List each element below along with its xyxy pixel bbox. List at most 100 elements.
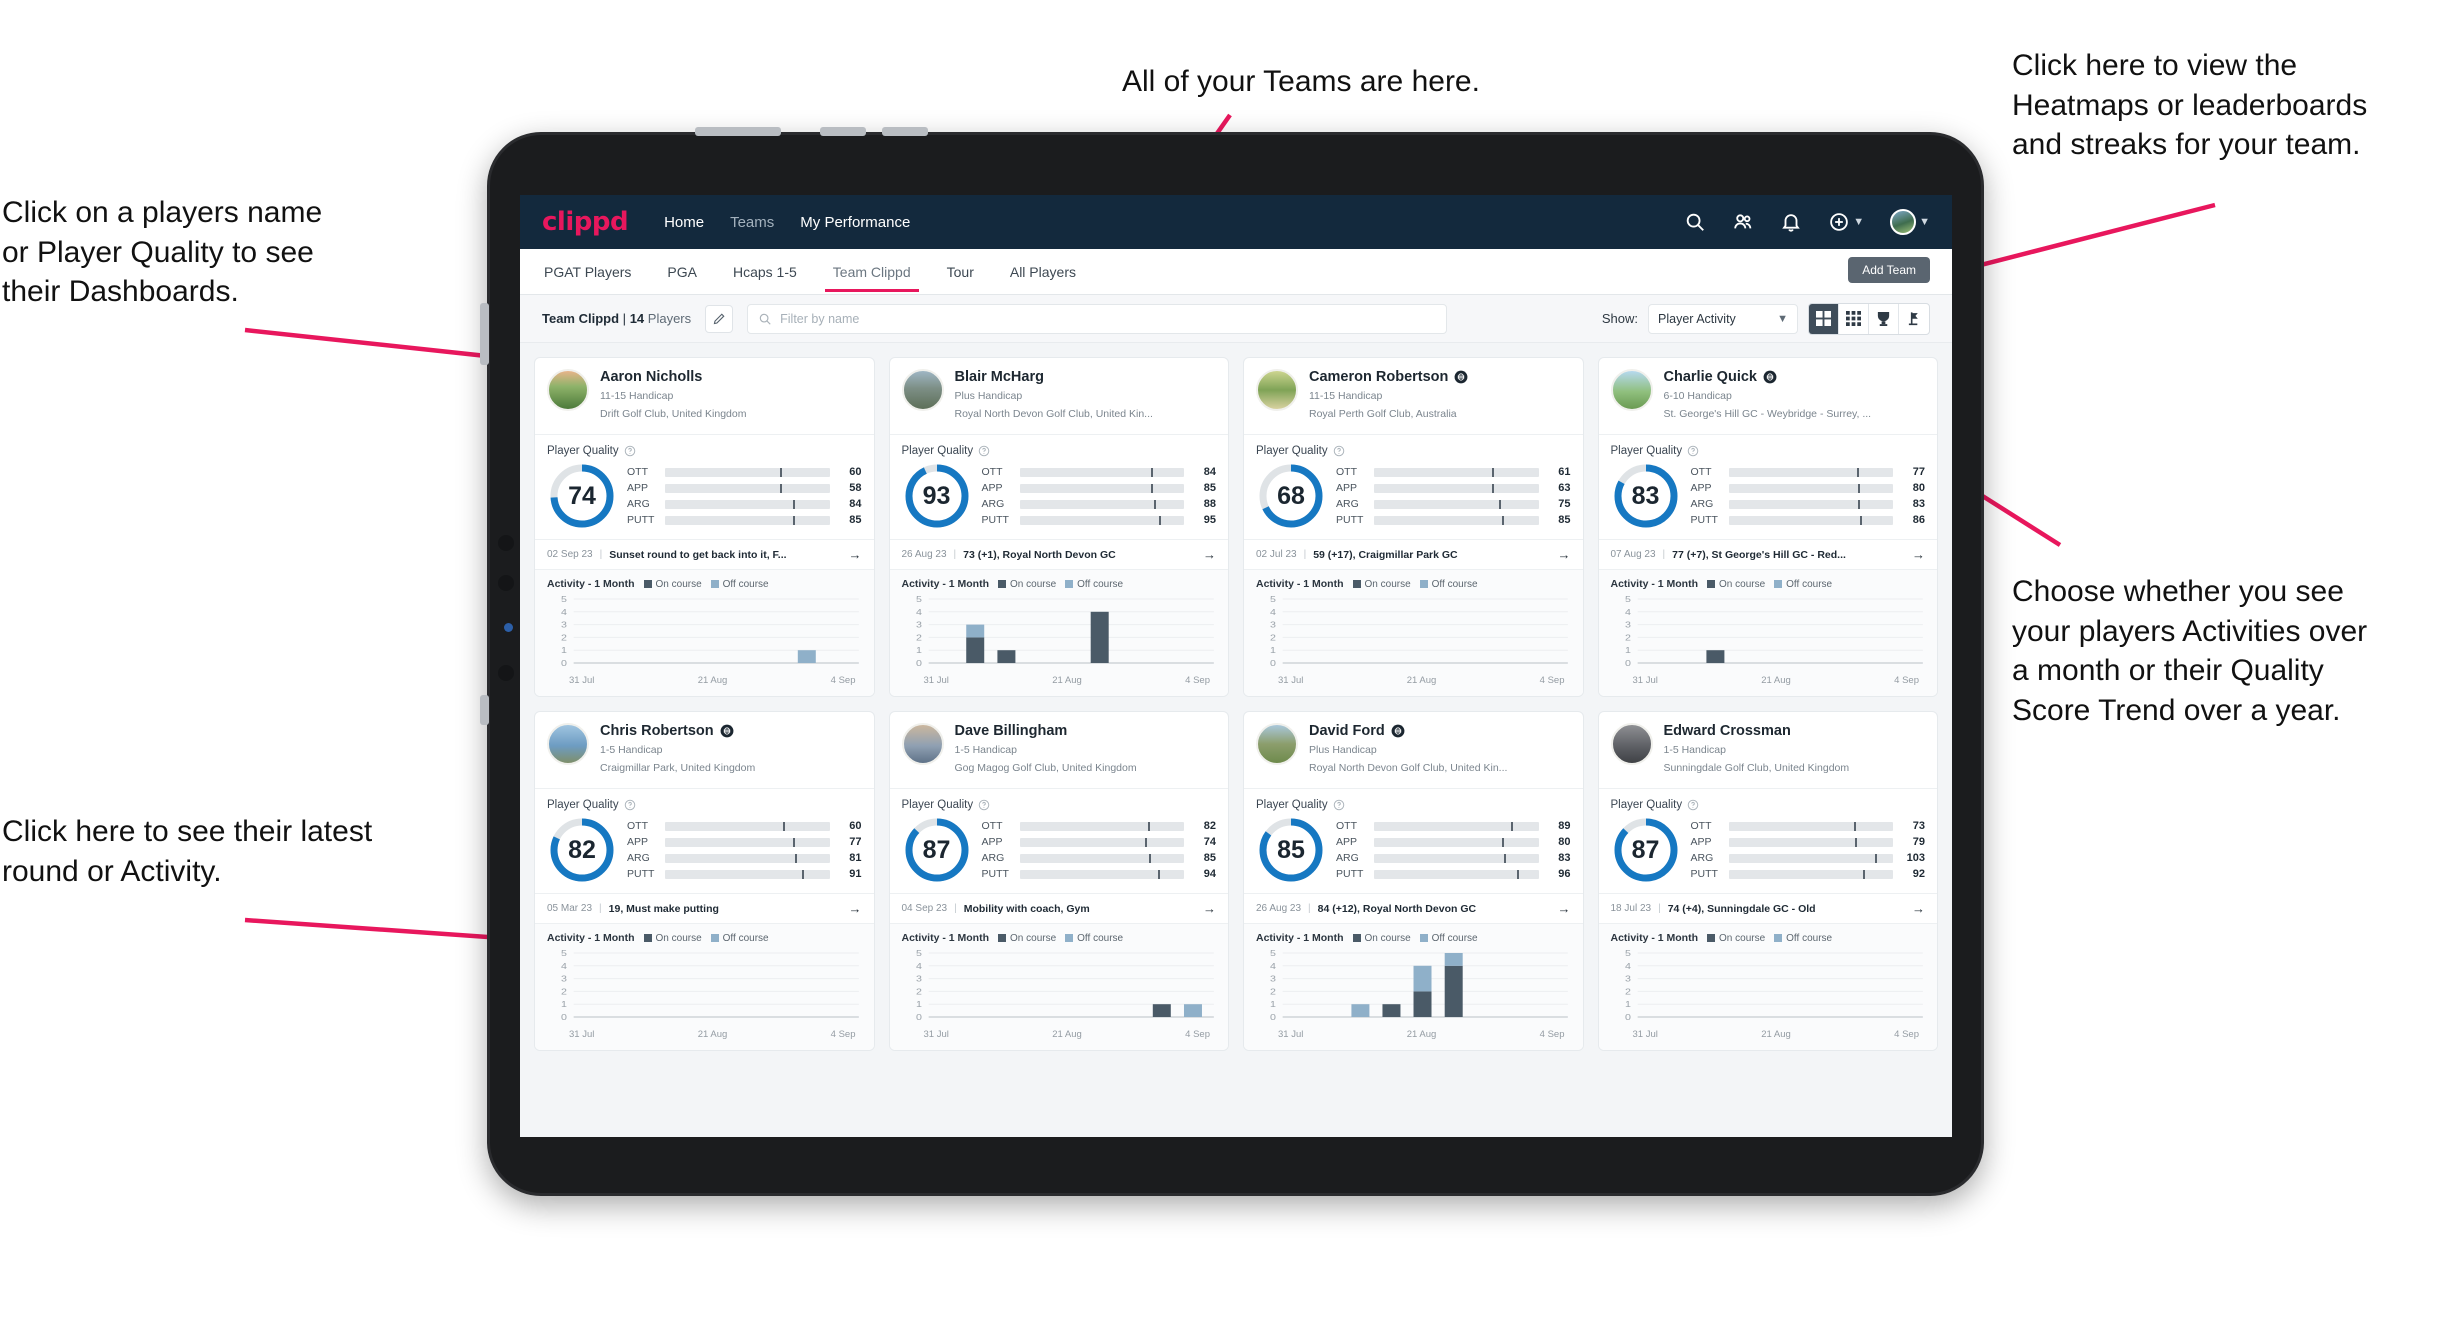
player-card-header[interactable]: Chris Robertson 1-5 Handicap Craigmillar… bbox=[535, 712, 874, 790]
clippd-logo[interactable]: clippd bbox=[542, 207, 629, 237]
search-input[interactable]: Filter by name bbox=[747, 303, 1448, 334]
tab-team-clippd[interactable]: Team Clippd bbox=[824, 251, 919, 292]
help-icon[interactable] bbox=[624, 799, 636, 811]
arrow-right-icon[interactable]: → bbox=[1203, 547, 1216, 562]
side-button[interactable] bbox=[480, 303, 489, 365]
player-name[interactable]: Dave Billingham bbox=[955, 723, 1137, 740]
people-icon[interactable] bbox=[1732, 211, 1754, 233]
help-icon[interactable] bbox=[1333, 799, 1345, 811]
player-name[interactable]: Charlie Quick bbox=[1664, 369, 1872, 386]
app-header: clippd Home Teams My Performance ▼ ▼ bbox=[520, 195, 1952, 249]
latest-round-row[interactable]: 05 Mar 23 | 19, Must make putting → bbox=[535, 893, 874, 925]
player-name-text: Dave Billingham bbox=[954, 723, 1068, 740]
round-description: 19, Must make putting bbox=[608, 902, 719, 915]
player-quality-section[interactable]: Player Quality 87 OTT 73 APP 79 ARG 103 … bbox=[1599, 789, 1938, 893]
header-actions: ▼ ▼ bbox=[1684, 209, 1930, 235]
player-card[interactable]: Cameron Robertson 11-15 Handicap Royal P… bbox=[1243, 357, 1584, 698]
round-date: 04 Sep 23 bbox=[901, 903, 948, 915]
volume-down-button[interactable] bbox=[882, 127, 928, 136]
latest-round-row[interactable]: 18 Jul 23 | 74 (+4), Sunningdale GC - Ol… bbox=[1598, 893, 1937, 925]
player-card[interactable]: Charlie Quick 6-10 Handicap St. George's… bbox=[1597, 357, 1938, 698]
tab-pga[interactable]: PGA bbox=[665, 251, 699, 292]
latest-round-row[interactable]: 02 Jul 23 | 59 (+17), Craigmillar Park G… bbox=[1244, 539, 1583, 571]
activity-header: Activity - 1 Month On course Off course bbox=[902, 578, 1217, 590]
arrow-right-icon[interactable]: → bbox=[1912, 901, 1925, 916]
player-card[interactable]: Edward Crossman 1-5 Handicap Sunningdale… bbox=[1597, 711, 1938, 1052]
player-quality-section[interactable]: Player Quality 82 OTT 60 APP 77 ARG 81 P… bbox=[535, 789, 874, 893]
player-card[interactable]: David Ford Plus Handicap Royal North Dev… bbox=[1243, 711, 1584, 1052]
search-icon[interactable] bbox=[1684, 211, 1706, 233]
player-quality-section[interactable]: Player Quality 74 OTT 60 APP 58 ARG 84 P… bbox=[535, 435, 874, 539]
player-name[interactable]: David Ford bbox=[1309, 723, 1507, 740]
add-team-button[interactable]: Add Team bbox=[1848, 257, 1930, 283]
player-name[interactable]: Edward Crossman bbox=[1664, 723, 1850, 740]
latest-round-row[interactable]: 04 Sep 23 | Mobility with coach, Gym → bbox=[889, 893, 1228, 925]
grid-small-icon[interactable] bbox=[1839, 303, 1869, 334]
profile-menu[interactable]: ▼ bbox=[1890, 209, 1930, 235]
latest-round-row[interactable]: 07 Aug 23 | 77 (+7), St George's Hill GC… bbox=[1598, 539, 1937, 571]
arrow-right-icon[interactable]: → bbox=[849, 547, 862, 562]
metric-bar bbox=[1374, 853, 1539, 863]
player-name[interactable]: Blair McHarg bbox=[955, 369, 1153, 386]
arrow-right-icon[interactable]: → bbox=[1912, 547, 1925, 562]
help-icon[interactable] bbox=[1687, 445, 1699, 457]
player-card-header[interactable]: Dave Billingham 1-5 Handicap Gog Magog G… bbox=[889, 712, 1228, 790]
player-name[interactable]: Chris Robertson bbox=[600, 723, 755, 740]
player-card-header[interactable]: Charlie Quick 6-10 Handicap St. George's… bbox=[1598, 358, 1937, 436]
help-icon[interactable] bbox=[624, 445, 636, 457]
grid-large-icon[interactable] bbox=[1809, 303, 1839, 334]
help-icon[interactable] bbox=[1333, 445, 1345, 457]
help-icon[interactable] bbox=[1687, 799, 1699, 811]
golf-flag-icon[interactable] bbox=[1899, 304, 1929, 334]
player-name[interactable]: Cameron Robertson bbox=[1309, 369, 1468, 386]
volume-up-button[interactable] bbox=[820, 127, 866, 136]
nav-item-home[interactable]: Home bbox=[664, 214, 704, 231]
activity-bar-chart: 0 1 2 3 4 5 bbox=[1611, 949, 1926, 1027]
player-card[interactable]: Blair McHarg Plus Handicap Royal North D… bbox=[888, 357, 1229, 698]
player-quality-section[interactable]: Player Quality 87 OTT 82 APP 74 ARG 85 P… bbox=[890, 789, 1229, 893]
arrow-right-icon[interactable]: → bbox=[849, 901, 862, 916]
player-card-header[interactable]: Aaron Nicholls 11-15 Handicap Drift Golf… bbox=[535, 358, 874, 436]
svg-text:4: 4 bbox=[1270, 961, 1276, 970]
power-button[interactable] bbox=[695, 127, 781, 136]
metric-label: PUTT bbox=[1690, 514, 1718, 527]
tab-all-players[interactable]: All Players bbox=[1008, 251, 1078, 292]
edit-team-button[interactable] bbox=[705, 304, 734, 333]
tab-tour[interactable]: Tour bbox=[945, 251, 976, 292]
latest-round-row[interactable]: 26 Aug 23 | 84 (+12), Royal North Devon … bbox=[1244, 893, 1583, 925]
latest-round-row[interactable]: 26 Aug 23 | 73 (+1), Royal North Devon G… bbox=[889, 539, 1228, 571]
trophy-icon[interactable] bbox=[1869, 303, 1899, 334]
activity-x-axis: 31 Jul 21 Aug 4 Sep bbox=[1256, 673, 1571, 686]
arrow-right-icon[interactable]: → bbox=[1203, 901, 1216, 916]
nav-item-teams[interactable]: Teams bbox=[730, 214, 774, 231]
bell-icon[interactable] bbox=[1780, 211, 1802, 233]
tab-hcaps-1-5[interactable]: Hcaps 1-5 bbox=[731, 251, 799, 292]
player-card[interactable]: Aaron Nicholls 11-15 Handicap Drift Golf… bbox=[534, 357, 875, 698]
chevron-down-icon[interactable]: ▼ bbox=[1919, 216, 1930, 228]
player-quality-section[interactable]: Player Quality 93 OTT 84 APP 85 ARG 88 P… bbox=[890, 435, 1229, 539]
show-select[interactable]: Player Activity ▼ bbox=[1648, 303, 1798, 334]
arrow-right-icon[interactable]: → bbox=[1558, 901, 1571, 916]
metric-label: ARG bbox=[1336, 852, 1359, 865]
avatar[interactable] bbox=[1890, 209, 1917, 235]
player-card-header[interactable]: Cameron Robertson 11-15 Handicap Royal P… bbox=[1244, 358, 1583, 436]
help-icon[interactable] bbox=[978, 799, 990, 811]
side-button-secondary[interactable] bbox=[480, 695, 489, 725]
player-quality-section[interactable]: Player Quality 68 OTT 61 APP 63 ARG 75 P… bbox=[1244, 435, 1583, 539]
plus-circle-icon[interactable] bbox=[1828, 211, 1850, 233]
player-card[interactable]: Chris Robertson 1-5 Handicap Craigmillar… bbox=[534, 711, 875, 1052]
tab-pgat-players[interactable]: PGAT Players bbox=[542, 251, 633, 292]
chevron-down-icon[interactable]: ▼ bbox=[1853, 216, 1864, 228]
arrow-right-icon[interactable]: → bbox=[1558, 547, 1571, 562]
player-card-header[interactable]: David Ford Plus Handicap Royal North Dev… bbox=[1244, 712, 1583, 790]
player-quality-section[interactable]: Player Quality 85 OTT 89 APP 80 ARG 83 P… bbox=[1244, 789, 1583, 893]
player-card[interactable]: Dave Billingham 1-5 Handicap Gog Magog G… bbox=[888, 711, 1229, 1052]
latest-round-row[interactable]: 02 Sep 23 | Sunset round to get back int… bbox=[535, 539, 874, 571]
player-name[interactable]: Aaron Nicholls bbox=[600, 369, 746, 386]
player-card-header[interactable]: Blair McHarg Plus Handicap Royal North D… bbox=[889, 358, 1228, 436]
player-card-header[interactable]: Edward Crossman 1-5 Handicap Sunningdale… bbox=[1598, 712, 1937, 790]
nav-item-my-performance[interactable]: My Performance bbox=[800, 214, 910, 231]
player-quality-section[interactable]: Player Quality 83 OTT 77 APP 80 ARG 83 P… bbox=[1599, 435, 1938, 539]
add-menu[interactable]: ▼ bbox=[1828, 211, 1864, 233]
help-icon[interactable] bbox=[978, 445, 990, 457]
